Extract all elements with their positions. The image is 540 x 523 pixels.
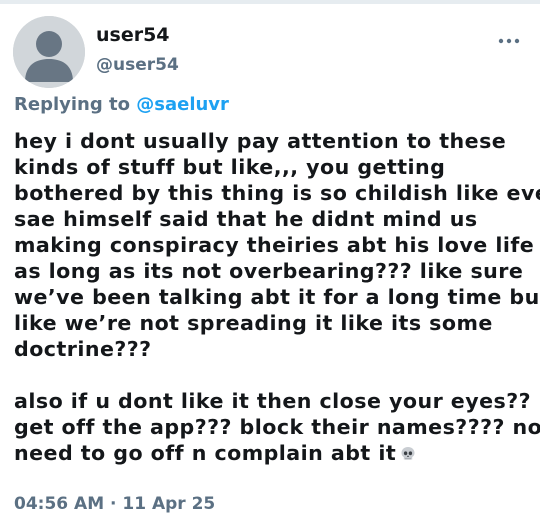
tweet-body-line: doctrine??? (14, 337, 152, 361)
tweet-body-line: like we’re not spreading it like its som… (14, 311, 493, 335)
tweet-body-line: making conspiracy theiries abt his love … (14, 233, 535, 257)
user-handle[interactable]: @user54 (96, 55, 179, 75)
more-options-icon[interactable] (496, 34, 524, 48)
tweet-body-line: as long as its not overbearing??? like s… (14, 259, 524, 283)
tweet-body: hey i dont usually pay attention to thes… (14, 128, 540, 466)
tweet-body-line: bothered by this thing is so childish li… (14, 181, 540, 205)
tweet-body-line: also if u dont like it then close your e… (14, 389, 532, 413)
tweet-body-line: sae himself said that he didnt mind us (14, 207, 478, 231)
tweet-body-line: get off the app??? block their names????… (14, 415, 540, 439)
tweet-body-line: kinds of stuff but like,,, you getting (14, 155, 446, 179)
default-avatar-icon (13, 16, 85, 88)
skull-icon (400, 442, 416, 460)
replying-handle-link[interactable]: @saeluvr (136, 94, 229, 115)
tweet-body-line: hey i dont usually pay attention to thes… (14, 129, 507, 153)
tweet-body-line: we’ve been talking abt it for a long tim… (14, 285, 540, 309)
tweet-body-last-line: need to go off n complain abt it (14, 440, 534, 466)
tweet-card: user54 @user54 Replying to @saeluvr hey … (0, 4, 540, 523)
tweet-timestamp[interactable]: 04:56 AM · 11 Apr 25 (14, 494, 215, 514)
replying-prefix: Replying to (14, 94, 130, 115)
display-name[interactable]: user54 (96, 24, 170, 46)
avatar[interactable] (13, 16, 85, 88)
replying-to: Replying to @saeluvr (14, 94, 229, 115)
tweet-body-line-text: need to go off n complain abt it (14, 441, 397, 465)
